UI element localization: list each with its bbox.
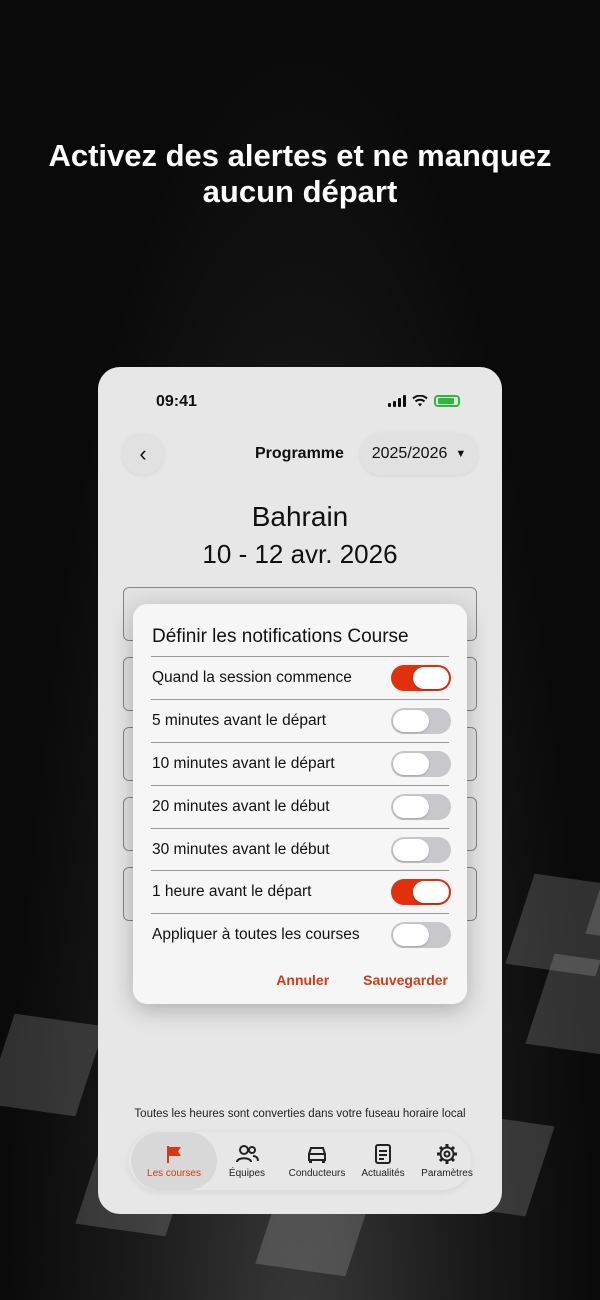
dialog-title: Définir les notifications Course: [152, 626, 409, 647]
option-row[interactable]: 20 minutes avant le début: [152, 786, 451, 828]
phone-screen: 09:41 ‹ Programme 2025/2026 ▼ Bahrain 10…: [98, 367, 502, 1214]
toggle-switch[interactable]: [391, 837, 451, 863]
option-label: 30 minutes avant le début: [152, 841, 330, 858]
promo-headline: Activez des alertes et ne manquez aucun …: [48, 138, 552, 209]
option-row[interactable]: 30 minutes avant le début: [152, 829, 451, 871]
tab-settings[interactable]: Paramètres: [411, 1132, 483, 1190]
flag-icon: [167, 1146, 181, 1163]
car-icon: [308, 1147, 326, 1163]
option-row[interactable]: 1 heure avant le départ: [152, 871, 451, 913]
option-label: 1 heure avant le départ: [152, 883, 312, 900]
toggle-switch[interactable]: [391, 794, 451, 820]
option-row[interactable]: Quand la session commence: [152, 657, 451, 699]
tab-drivers[interactable]: Conducteurs: [281, 1132, 353, 1190]
cancel-button[interactable]: Annuler: [276, 972, 329, 988]
option-label: 10 minutes avant le départ: [152, 755, 335, 772]
option-row[interactable]: 5 minutes avant le départ: [152, 700, 451, 742]
tab-label: Équipes: [228, 1168, 266, 1179]
option-row[interactable]: Appliquer à toutes les courses: [152, 914, 451, 956]
tab-races[interactable]: Les courses: [131, 1132, 217, 1190]
toggle-switch[interactable]: [391, 751, 451, 777]
option-label: 5 minutes avant le départ: [152, 712, 327, 729]
option-label: Quand la session commence: [152, 669, 352, 686]
tab-news[interactable]: Actualités: [347, 1132, 419, 1190]
dialog-actions: Annuler Sauvegarder: [276, 972, 448, 988]
gear-icon: [437, 1144, 457, 1164]
toggle-switch[interactable]: [391, 665, 451, 691]
toggle-switch[interactable]: [391, 879, 451, 905]
save-button[interactable]: Sauvegarder: [363, 972, 448, 988]
timezone-note: Toutes les heures sont converties dans v…: [134, 1108, 466, 1120]
notification-dialog: Définir les notifications Course Quand l…: [133, 604, 467, 1004]
tab-label: Les courses: [147, 1168, 201, 1179]
document-icon: [375, 1144, 391, 1164]
tab-label: Actualités: [361, 1168, 405, 1179]
tab-label: Paramètres: [421, 1168, 473, 1179]
option-row[interactable]: 10 minutes avant le départ: [152, 743, 451, 785]
bottom-tab-bar: Les courses Équipes Conducteurs Actualit…: [129, 1132, 473, 1190]
option-label: Appliquer à toutes les courses: [152, 926, 360, 943]
toggle-switch[interactable]: [391, 922, 451, 948]
tab-teams[interactable]: Équipes: [211, 1132, 283, 1190]
option-label: 20 minutes avant le début: [152, 798, 330, 815]
toggle-switch[interactable]: [391, 708, 451, 734]
people-icon: [236, 1145, 259, 1163]
tab-label: Conducteurs: [288, 1168, 346, 1179]
